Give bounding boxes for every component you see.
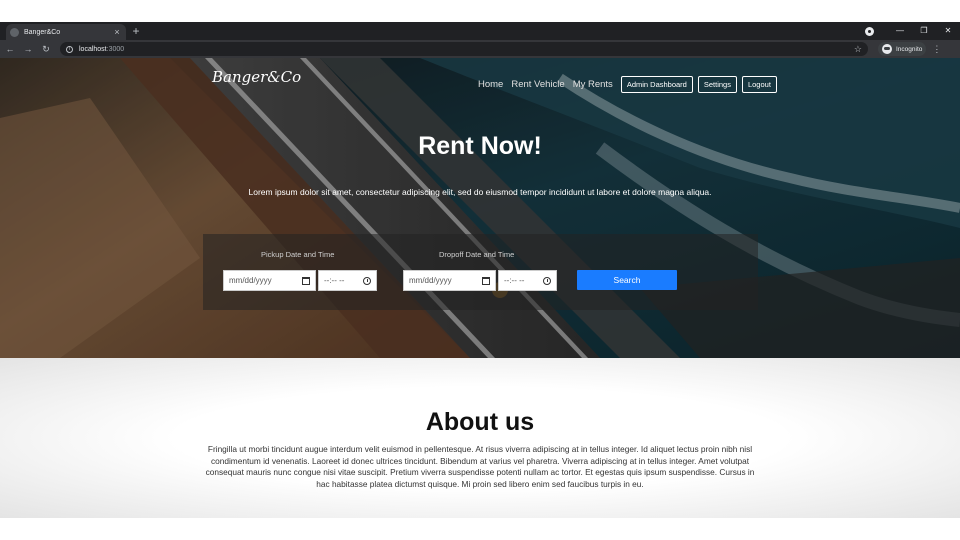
tab-title: Banger&Co <box>24 28 61 36</box>
about-body: Fringilla ut morbi tincidunt augue inter… <box>205 444 755 489</box>
dropoff-time-value: --:-- -- <box>504 276 525 285</box>
letterbox-bottom <box>0 518 960 540</box>
info-icon[interactable]: i <box>66 45 73 53</box>
calendar-icon[interactable] <box>302 276 310 285</box>
new-tab-button[interactable]: + <box>130 24 142 38</box>
search-button[interactable]: Search <box>577 270 677 290</box>
dropoff-time-input[interactable]: --:-- -- <box>498 270 557 291</box>
record-icon[interactable] <box>865 26 874 36</box>
incognito-icon <box>882 44 892 54</box>
minimize-button[interactable]: — <box>888 22 912 40</box>
url-port: :3000 <box>106 45 125 53</box>
letterbox-top <box>0 0 960 22</box>
more-menu-icon[interactable]: ⋮ <box>932 41 941 57</box>
window-controls: — ❐ ✕ <box>865 22 960 40</box>
clock-icon[interactable] <box>543 276 551 285</box>
pickup-date-value: mm/dd/yyyy <box>229 276 272 285</box>
profile-chip[interactable]: Incognito <box>878 42 927 56</box>
nav-link-rent-vehicle[interactable]: Rent Vehicle <box>511 79 564 90</box>
clock-icon[interactable] <box>363 276 371 285</box>
about-title: About us <box>425 408 535 436</box>
admin-dashboard-button[interactable]: Admin Dashboard <box>620 76 693 93</box>
dropoff-date-input[interactable]: mm/dd/yyyy <box>403 270 496 291</box>
profile-label: Incognito <box>896 45 923 53</box>
close-tab-icon[interactable]: × <box>112 27 122 37</box>
address-bar[interactable]: i localhost:3000 ☆ <box>60 42 868 56</box>
hero-overlay <box>0 58 960 358</box>
pickup-time-value: --:-- -- <box>324 276 345 285</box>
settings-button[interactable]: Settings <box>697 76 737 93</box>
site-nav: Home Rent Vehicle My Rents Admin Dashboa… <box>478 76 782 93</box>
bookmark-star-icon[interactable]: ☆ <box>854 43 862 55</box>
calendar-icon[interactable] <box>482 276 490 285</box>
hero-title: Rent Now! <box>418 132 542 160</box>
hero-subtitle: Lorem ipsum dolor sit amet, consectetur … <box>248 187 712 197</box>
logout-button[interactable]: Logout <box>741 76 777 93</box>
pickup-date-input[interactable]: mm/dd/yyyy <box>223 270 316 291</box>
browser-tab[interactable]: Banger&Co × <box>6 24 126 40</box>
dropoff-label: Dropoff Date and Time <box>439 250 515 259</box>
about-section: About us Fringilla ut morbi tincidunt au… <box>0 358 960 518</box>
favicon-icon <box>10 27 19 37</box>
close-window-button[interactable]: ✕ <box>936 22 960 40</box>
site-logo[interactable]: Banger&Co <box>212 68 301 86</box>
reload-icon[interactable]: ↻ <box>38 41 54 57</box>
dropoff-date-value: mm/dd/yyyy <box>409 276 452 285</box>
url-host: localhost <box>79 45 107 53</box>
pickup-label: Pickup Date and Time <box>261 250 335 259</box>
pickup-time-input[interactable]: --:-- -- <box>318 270 377 291</box>
rental-search-panel: Pickup Date and Time Dropoff Date and Ti… <box>203 234 758 310</box>
hero-section: Banger&Co Home Rent Vehicle My Rents Adm… <box>0 58 960 358</box>
restore-button[interactable]: ❐ <box>912 22 936 40</box>
back-icon[interactable]: ← <box>2 41 18 57</box>
browser-tab-bar: Banger&Co × + — ❐ ✕ <box>0 22 960 40</box>
nav-link-my-rents[interactable]: My Rents <box>573 79 613 90</box>
nav-link-home[interactable]: Home <box>478 79 503 90</box>
forward-icon[interactable]: → <box>20 41 36 57</box>
browser-toolbar: ← → ↻ i localhost:3000 ☆ Incognito ⋮ <box>0 40 960 58</box>
